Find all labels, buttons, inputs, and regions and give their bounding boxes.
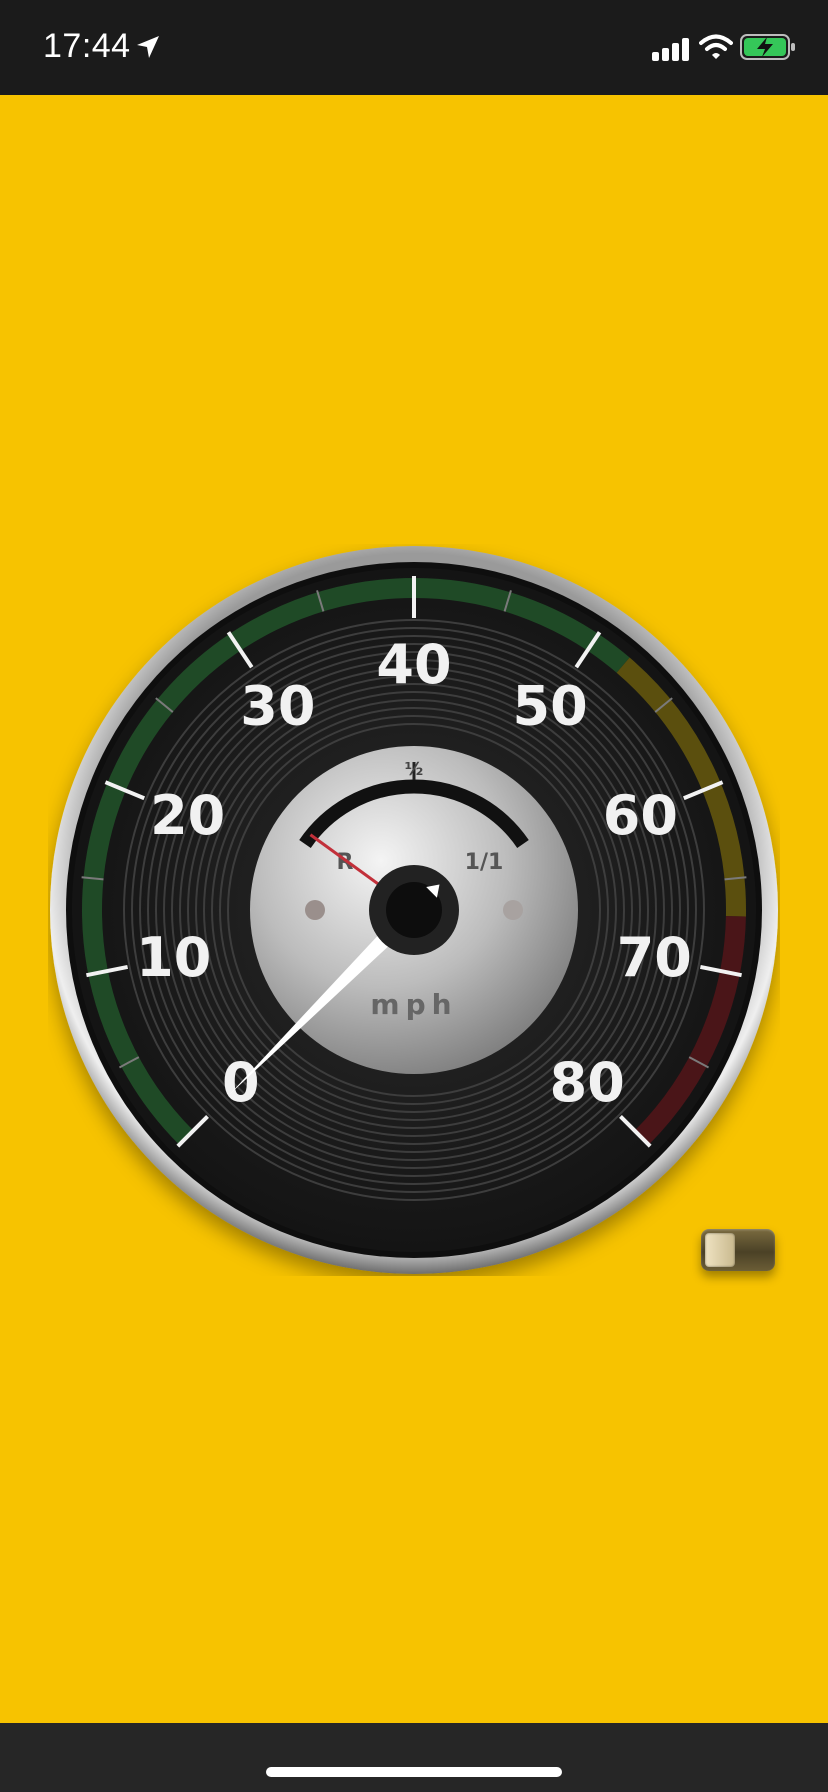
speedometer-svg: 01020304050607080 ½ R 1/1 mph — [50, 546, 778, 1274]
cellular-signal-icon — [652, 37, 690, 66]
speed-label: 10 — [136, 926, 211, 989]
speed-label: 60 — [603, 784, 678, 847]
indicator-light-right — [503, 900, 523, 920]
indicator-light-left — [305, 900, 325, 920]
speed-label: 50 — [513, 674, 588, 737]
location-arrow-icon — [135, 34, 161, 65]
speed-label: 70 — [617, 926, 692, 989]
speedometer-gauge: 01020304050607080 ½ R 1/1 mph — [48, 544, 780, 1276]
fuel-label-half: ½ — [405, 759, 424, 780]
fuel-label-full: 1/1 — [465, 850, 504, 875]
toggle-switch[interactable] — [701, 1229, 775, 1271]
unit-label: mph — [370, 988, 457, 1021]
speed-label: 80 — [550, 1051, 625, 1114]
toggle-knob[interactable] — [705, 1233, 735, 1267]
speed-label: 20 — [150, 784, 225, 847]
speed-label: 30 — [240, 674, 315, 737]
battery-charging-icon — [740, 34, 796, 65]
speed-label: 40 — [376, 633, 451, 696]
bottom-bar — [0, 1723, 828, 1792]
home-indicator[interactable] — [266, 1767, 562, 1777]
wifi-icon — [699, 33, 733, 66]
status-time: 17:44 — [43, 27, 131, 65]
status-bar: 17:44 — [0, 0, 828, 95]
